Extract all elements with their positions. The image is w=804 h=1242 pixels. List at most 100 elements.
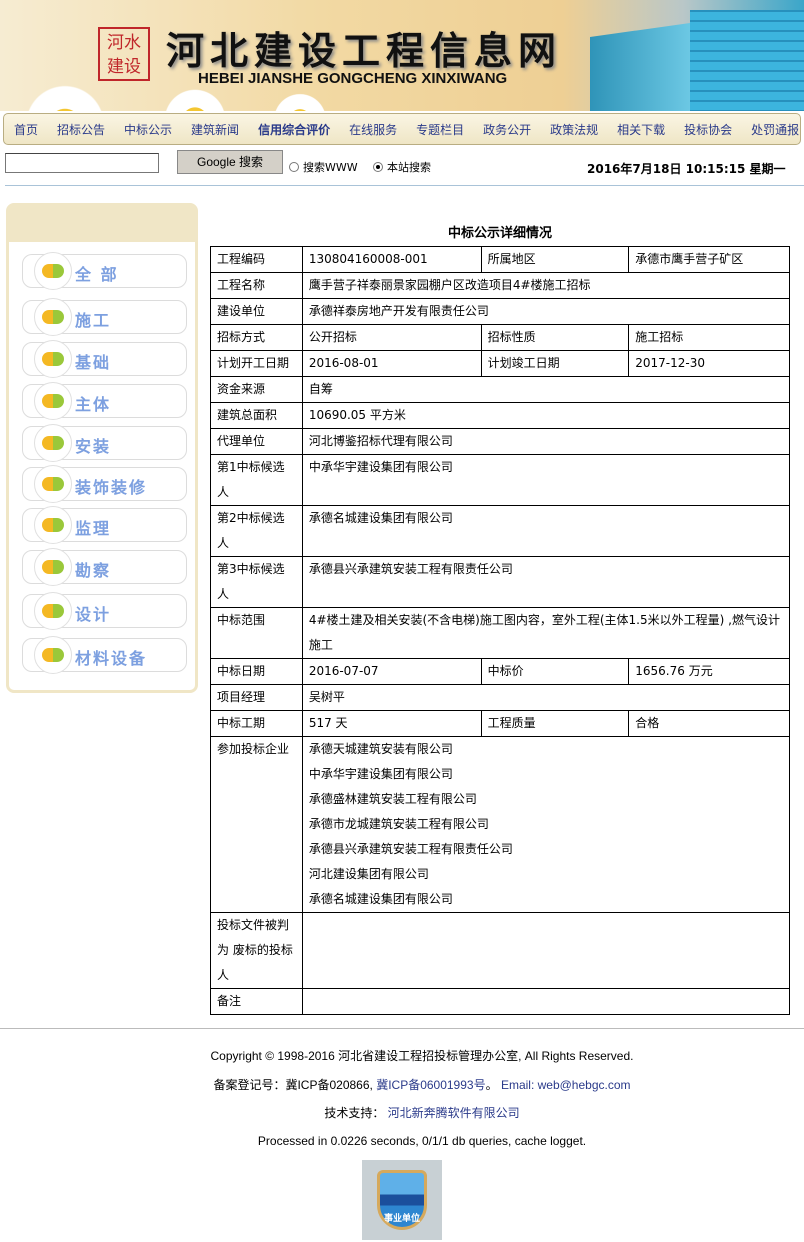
- nav-item[interactable]: 信用综合评价: [258, 121, 330, 138]
- nav-item[interactable]: 首页: [14, 121, 38, 138]
- badge-shield-icon: 事业单位: [377, 1170, 427, 1230]
- field-label: 第3中标候选人: [210, 556, 303, 608]
- field-label: 中标日期: [210, 658, 303, 685]
- field-value: 鹰手营子祥泰丽景家园棚户区改造项目4#楼施工招标: [301, 272, 791, 299]
- sidebar-item[interactable]: 材料设备: [22, 636, 187, 674]
- field-value: [301, 988, 791, 1015]
- institution-badge[interactable]: 事业单位: [362, 1160, 442, 1240]
- field-value: 承德市鹰手营子矿区: [628, 246, 790, 273]
- field-label: 备注: [210, 988, 303, 1015]
- table-row: 中标范围 4#楼土建及相关安装(不含电梯)施工图内容，室外工程(主体1.5米以外工…: [210, 607, 791, 659]
- nav-item[interactable]: 处罚通报: [751, 121, 799, 138]
- google-search-button[interactable]: Google 搜索: [177, 150, 283, 174]
- nav-item[interactable]: 中标公示: [124, 121, 172, 138]
- nav-item[interactable]: 政策法规: [550, 121, 598, 138]
- main-nav: 首页 招标公告 中标公示 建筑新闻 信用综合评价 在线服务 专题栏目 政务公开 政策法规 相关下载…: [3, 113, 801, 145]
- field-value: 吴树平: [301, 684, 791, 711]
- field-label: 建设单位: [210, 298, 303, 325]
- icp-label: 备案登记号：冀ICP备020866,: [213, 1078, 377, 1092]
- table-row: 投标文件被判为 废标的投标人: [210, 912, 791, 989]
- sidebar-item-label: 主体: [75, 395, 112, 414]
- sidebar-item[interactable]: 装饰装修: [22, 465, 187, 503]
- field-value: 10690.05 平方米: [301, 402, 791, 429]
- table-row: 第2中标候选人 承德名城建设集团有限公司: [210, 505, 791, 557]
- table-row: 第3中标候选人 承德县兴承建筑安装工程有限责任公司: [210, 556, 791, 608]
- field-label: 参加投标企业: [210, 736, 303, 913]
- table-row: 工程名称 鹰手营子祥泰丽景家园棚户区改造项目4#楼施工招标: [210, 272, 791, 299]
- sidebar-item[interactable]: 基础: [22, 340, 187, 378]
- field-label: 第1中标候选人: [210, 454, 303, 506]
- nav-item[interactable]: 政务公开: [483, 121, 531, 138]
- search-input[interactable]: [5, 153, 159, 173]
- support-link[interactable]: 河北新奔腾软件有限公司: [388, 1106, 520, 1120]
- sidebar-item-label: 全 部: [75, 265, 119, 284]
- nav-item[interactable]: 相关下载: [617, 121, 665, 138]
- refresh-arrows-icon: [34, 382, 72, 420]
- sidebar-item-label: 材料设备: [75, 649, 148, 668]
- field-value: 2016-07-07: [301, 658, 482, 685]
- nav-item[interactable]: 建筑新闻: [191, 121, 239, 138]
- field-value: 承德名城建设集团有限公司: [301, 505, 791, 557]
- radio-search-www[interactable]: 搜索WWW: [289, 159, 358, 175]
- sidebar-item[interactable]: 监理: [22, 506, 187, 544]
- sidebar: 全 部施工基础主体安装装饰装修监理勘察设计材料设备: [6, 203, 198, 693]
- refresh-arrows-icon: [34, 506, 72, 544]
- table-row: 中标日期 2016-07-07 中标价 1656.76 万元: [210, 658, 790, 685]
- field-value: 2016-08-01: [301, 350, 482, 377]
- table-row: 第1中标候选人 中承华宇建设集团有限公司: [210, 454, 791, 506]
- nav-item[interactable]: 在线服务: [349, 121, 397, 138]
- radio-label: 本站搜索: [387, 161, 431, 174]
- refresh-arrows-icon: [34, 252, 72, 290]
- sidebar-item[interactable]: 安装: [22, 424, 187, 462]
- sidebar-item-label: 设计: [75, 605, 112, 624]
- table-row: 工程编码 130804160008-001 所属地区 承德市鹰手营子矿区: [210, 246, 790, 273]
- divider: [0, 1028, 804, 1029]
- radio-search-site[interactable]: 本站搜索: [373, 159, 431, 175]
- page-title: 中标公示详细情况: [447, 226, 552, 241]
- field-label: 中标范围: [210, 607, 303, 659]
- site-title: 河北建设工程信息网: [166, 28, 563, 73]
- table-row: 计划开工日期 2016-08-01 计划竣工日期 2017-12-30: [210, 350, 790, 377]
- field-value: 自筹: [301, 376, 791, 403]
- field-label: 所属地区: [480, 246, 630, 273]
- sidebar-item[interactable]: 勘察: [22, 548, 187, 586]
- nav-item[interactable]: 专题栏目: [416, 121, 464, 138]
- field-label: 项目经理: [210, 684, 303, 711]
- sidebar-item-label: 基础: [75, 353, 112, 372]
- field-label: 投标文件被判为 废标的投标人: [210, 912, 303, 989]
- processed-info: Processed in 0.0226 seconds, 0/1/1 db qu…: [257, 1134, 587, 1148]
- table-row: 建筑总面积 10690.05 平方米: [210, 402, 791, 429]
- table-row: 中标工期 517 天工程质量 合格: [210, 710, 790, 737]
- search-bar: Google 搜索 搜索WWW 本站搜索 2016年7月18日 10:15:15…: [5, 150, 799, 178]
- sidebar-item[interactable]: 全 部: [22, 252, 187, 290]
- sidebar-item[interactable]: 设计: [22, 592, 187, 630]
- field-value: 1656.76 万元: [628, 658, 790, 685]
- table-row: 参加投标企业 承德天城建筑安装有限公司 中承华宇建设集团有限公司 承德盛林建筑安装…: [210, 736, 791, 913]
- table-row: 招标方式 公开招标 招标性质 施工招标: [210, 324, 790, 351]
- nav-item[interactable]: 招标公告: [57, 121, 105, 138]
- refresh-arrows-icon: [34, 298, 72, 336]
- sidebar-item-label: 装饰装修: [75, 478, 148, 497]
- field-value: 河北博鉴招标代理有限公司: [301, 428, 791, 455]
- radio-checked-icon[interactable]: [373, 162, 383, 172]
- field-label: 计划开工日期: [210, 350, 303, 377]
- field-value: 4#楼土建及相关安装(不含电梯)施工图内容，室外工程(主体1.5米以外工程量) …: [301, 607, 791, 659]
- refresh-arrows-icon: [34, 424, 72, 462]
- icp-line: 备案登记号：冀ICP备020866, 冀ICP备06001993号。 Email…: [0, 1076, 804, 1093]
- field-value: 承德县兴承建筑安装工程有限责任公司: [301, 556, 791, 608]
- field-label: 工程编码: [210, 246, 303, 273]
- table-row: 资金来源 自筹: [210, 376, 791, 403]
- site-banner: 河水 建设 河北建设工程信息网 HEBEI JIANSHE GONGCHENG X…: [0, 0, 804, 111]
- field-label: 代理单位: [210, 428, 303, 455]
- sidebar-item[interactable]: 施工: [22, 298, 187, 336]
- field-value: 承德天城建筑安装有限公司 中承华宇建设集团有限公司 承德盛林建筑安装工程有限公司…: [301, 736, 791, 913]
- icp-link[interactable]: 冀ICP备06001993号: [376, 1078, 485, 1092]
- field-value: 施工招标: [628, 324, 790, 351]
- sidebar-item-label: 监理: [75, 519, 112, 538]
- nav-item[interactable]: 投标协会: [684, 121, 732, 138]
- radio-icon[interactable]: [289, 162, 299, 172]
- field-label: 中标价: [480, 658, 630, 685]
- sidebar-item[interactable]: 主体: [22, 382, 187, 420]
- email-link[interactable]: Email: web@hebgc.com: [501, 1078, 631, 1092]
- field-label: 第2中标候选人: [210, 505, 303, 557]
